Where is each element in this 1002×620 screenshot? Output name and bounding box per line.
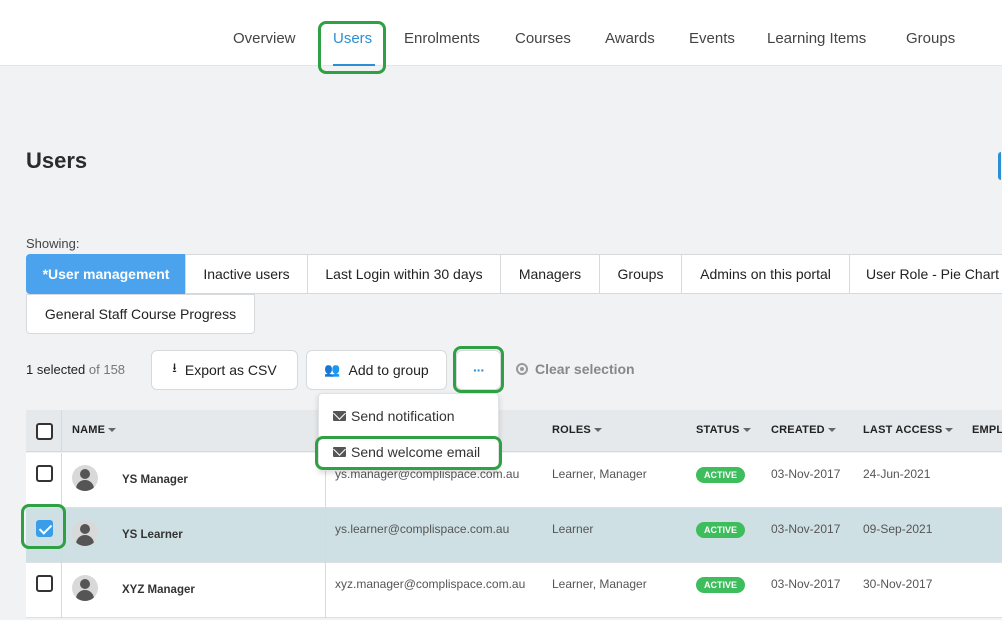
active-tab-underline (333, 64, 375, 66)
view-last-login-30-days[interactable]: Last Login within 30 days (307, 254, 501, 294)
sort-caret-icon (593, 428, 602, 433)
users-icon: 👥 (324, 362, 341, 377)
column-header-last-access[interactable]: LAST ACCESS (863, 424, 954, 436)
view-user-management[interactable]: *User management (26, 254, 186, 294)
clear-circle-icon (516, 363, 528, 375)
top-navigation: Overview Users Enrolments Courses Awards… (0, 0, 1002, 66)
clear-selection-button[interactable]: Clear selection (516, 361, 635, 377)
tab-courses[interactable]: Courses (515, 30, 571, 47)
select-all-checkbox[interactable] (36, 423, 53, 440)
row-checkbox[interactable] (36, 575, 53, 592)
column-header-empl[interactable]: EMPL (972, 424, 1002, 436)
column-header-name[interactable]: NAME (72, 424, 117, 436)
table-row[interactable]: YS Learner ys.learner@complispace.com.au… (26, 508, 1002, 563)
last-access-date: 24-Jun-2021 (863, 467, 931, 481)
column-header-created[interactable]: CREATED (771, 424, 836, 436)
status-badge: ACTIVE (696, 522, 746, 538)
created-date: 03-Nov-2017 (771, 577, 841, 591)
row-checkbox[interactable] (36, 465, 53, 482)
view-groups[interactable]: Groups (599, 254, 682, 294)
page-title: Users (26, 148, 88, 173)
sort-caret-icon (108, 428, 117, 433)
status-badge: ACTIVE (696, 467, 746, 483)
created-date: 03-Nov-2017 (771, 467, 841, 481)
row-checkbox-checked[interactable] (36, 520, 53, 537)
user-name[interactable]: YS Learner (122, 529, 183, 541)
view-general-staff-course-progress[interactable]: General Staff Course Progress (26, 294, 255, 334)
column-header-status[interactable]: STATUS (696, 424, 751, 436)
view-admins-on-portal[interactable]: Admins on this portal (681, 254, 850, 294)
last-access-date: 09-Sep-2021 (863, 522, 933, 536)
selection-count: 1 selected of 158 (26, 362, 126, 377)
table-row[interactable]: XYZ Manager xyz.manager@complispace.com.… (26, 563, 1002, 618)
users-table: NAME ROLES STATUS CREATED LAST ACCESS EM… (26, 410, 1002, 620)
tab-overview[interactable]: Overview (233, 30, 296, 47)
sort-caret-icon (742, 428, 751, 433)
user-roles: Learner, Manager (552, 577, 647, 591)
column-header-roles[interactable]: ROLES (552, 424, 602, 436)
column-divider (61, 410, 62, 452)
table-header: NAME ROLES STATUS CREATED LAST ACCESS EM… (26, 410, 1002, 452)
showing-label: Showing: (26, 236, 80, 251)
last-access-date: 30-Nov-2017 (863, 577, 933, 591)
menu-item-send-notification[interactable]: Send notification (333, 408, 455, 424)
export-csv-button[interactable]: ⭳ Export as CSV (151, 350, 298, 390)
user-name[interactable]: YS Manager (122, 474, 188, 486)
tab-enrolments[interactable]: Enrolments (404, 30, 480, 47)
created-date: 03-Nov-2017 (771, 522, 841, 536)
sort-caret-icon (945, 428, 954, 433)
view-user-role-pie-chart[interactable]: User Role - Pie Chart (849, 254, 1002, 294)
tab-awards[interactable]: Awards (605, 30, 655, 47)
column-divider (325, 563, 326, 618)
edge-button-fragment[interactable] (998, 152, 1002, 180)
user-name[interactable]: XYZ Manager (122, 584, 195, 596)
avatar (72, 465, 98, 491)
view-inactive-users[interactable]: Inactive users (185, 254, 308, 294)
more-actions-button[interactable]: ··· (456, 350, 501, 390)
user-roles: Learner, Manager (552, 467, 647, 481)
column-divider (61, 508, 62, 563)
more-actions-menu: Send notification Send welcome email (318, 393, 499, 471)
tab-groups[interactable]: Groups (906, 30, 955, 47)
table-row[interactable]: YS Manager ys.manager@complispace.com.au… (26, 453, 1002, 508)
user-email: xyz.manager@complispace.com.au (335, 577, 526, 591)
download-icon: ⭳ (172, 360, 177, 375)
tab-learning-items[interactable]: Learning Items (767, 30, 866, 47)
sort-caret-icon (827, 428, 836, 433)
user-roles: Learner (552, 522, 594, 536)
user-email: ys.learner@complispace.com.au (335, 522, 510, 536)
column-divider (61, 563, 62, 618)
column-divider (61, 453, 62, 508)
ellipsis-icon: ··· (473, 362, 485, 378)
avatar (72, 520, 98, 546)
status-badge: ACTIVE (696, 577, 746, 593)
add-to-group-button[interactable]: 👥 Add to group (306, 350, 447, 390)
tab-users[interactable]: Users (333, 30, 372, 47)
envelope-icon (333, 411, 346, 421)
menu-item-send-welcome-email[interactable]: Send welcome email (333, 444, 480, 460)
envelope-icon (333, 447, 346, 457)
column-divider (325, 508, 326, 563)
view-managers[interactable]: Managers (500, 254, 600, 294)
avatar (72, 575, 98, 601)
tab-events[interactable]: Events (689, 30, 735, 47)
